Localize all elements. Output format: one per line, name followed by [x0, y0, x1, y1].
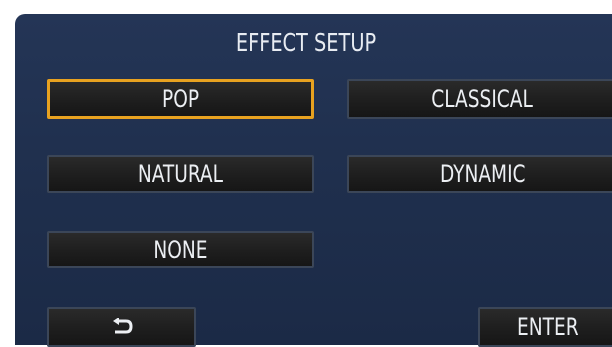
return-arrow-icon	[112, 318, 133, 334]
option-none-button[interactable]: NONE	[47, 231, 314, 268]
option-natural-label: NATURAL	[137, 160, 224, 188]
option-dynamic-label: DYNAMIC	[439, 160, 526, 188]
option-classical-button[interactable]: CLASSICAL	[347, 79, 612, 119]
option-pop-button[interactable]: POP	[47, 79, 314, 119]
option-pop-label: POP	[161, 85, 200, 113]
enter-label: ENTER	[517, 313, 579, 341]
option-dynamic-button[interactable]: DYNAMIC	[347, 155, 612, 193]
screen-title: EFFECT SETUP	[235, 28, 377, 57]
option-none-label: NONE	[153, 235, 208, 264]
return-button[interactable]	[47, 307, 196, 347]
option-classical-label: CLASSICAL	[431, 85, 534, 113]
option-natural-button[interactable]: NATURAL	[47, 155, 314, 193]
enter-button[interactable]: ENTER	[478, 307, 612, 347]
